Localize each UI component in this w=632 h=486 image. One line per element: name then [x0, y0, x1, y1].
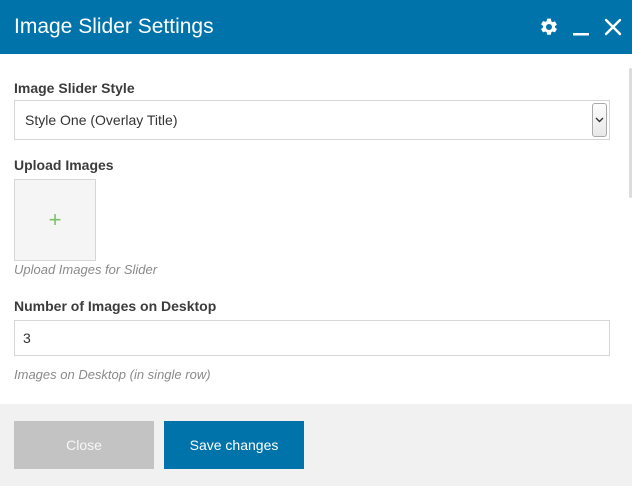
chevron-down-icon[interactable] — [592, 103, 607, 137]
slider-style-select[interactable]: Style One (Overlay Title) — [14, 100, 610, 140]
modal-title: Image Slider Settings — [14, 15, 214, 38]
minimize-icon[interactable] — [570, 16, 592, 38]
desktop-count-label: Number of Images on Desktop — [14, 298, 217, 314]
modal-header: Image Slider Settings — [0, 0, 632, 54]
settings-modal: Image Slider Settings Image Slider Style — [0, 0, 632, 486]
selected-style: Style One (Overlay Title) — [25, 112, 178, 128]
close-button[interactable]: Close — [14, 421, 154, 469]
upload-label: Upload Images — [14, 157, 114, 173]
save-changes-button[interactable]: Save changes — [164, 421, 304, 469]
gear-icon[interactable] — [538, 16, 560, 38]
desktop-count-hint: Images on Desktop (in single row) — [14, 367, 211, 382]
desktop-count-input[interactable] — [14, 320, 610, 356]
plus-icon: + — [48, 207, 62, 232]
upload-images-button[interactable]: + — [14, 179, 96, 261]
modal-footer: Close Save changes — [0, 404, 632, 486]
style-label: Image Slider Style — [14, 80, 135, 96]
upload-hint: Upload Images for Slider — [14, 262, 158, 277]
header-controls — [538, 14, 624, 40]
modal-body: Image Slider Style Style One (Overlay Ti… — [0, 54, 632, 404]
close-icon[interactable] — [602, 16, 624, 38]
